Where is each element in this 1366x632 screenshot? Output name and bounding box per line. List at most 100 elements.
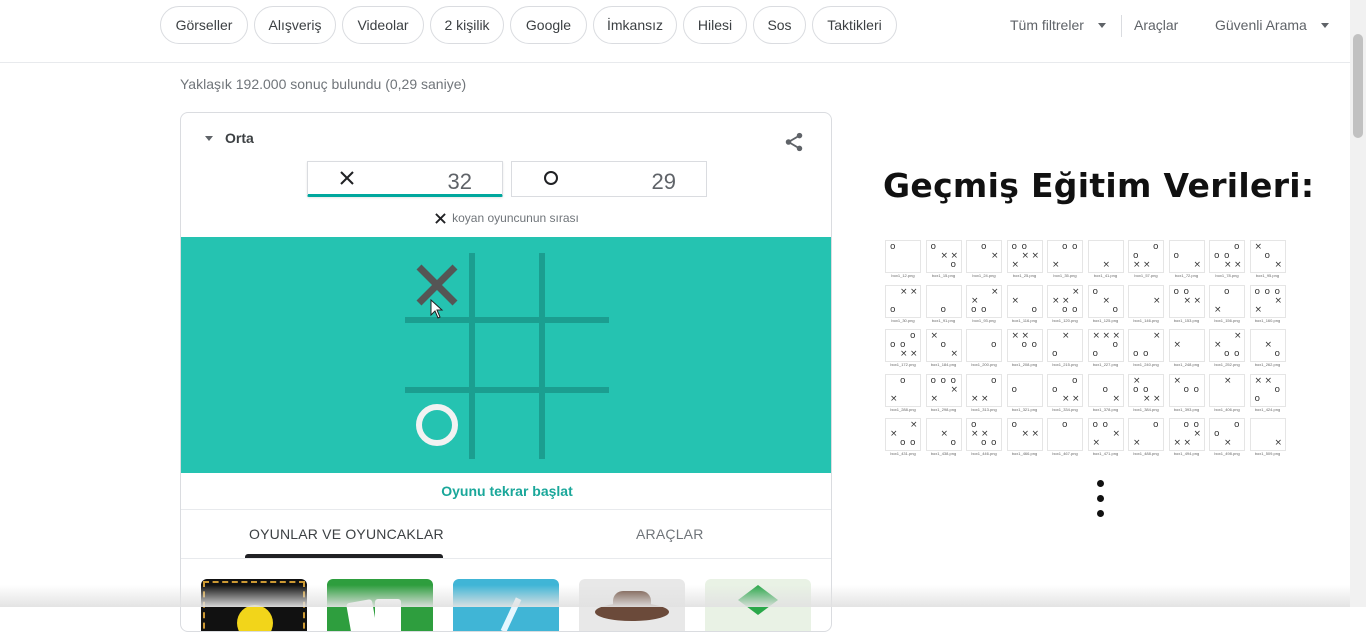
difficulty-dropdown[interactable]: Orta	[205, 130, 254, 146]
training-image-thumb[interactable]: × o × o	[1006, 329, 1043, 362]
image-caption: box1_215.png	[1052, 362, 1078, 367]
chip-cheats[interactable]: Hilesi	[683, 6, 747, 44]
training-image-thumb[interactable]: ×	[1209, 373, 1245, 407]
training-image-thumb[interactable]: o × o	[1047, 240, 1083, 273]
board-mark: o	[1052, 349, 1058, 359]
training-image-thumb[interactable]: o × o ×	[885, 418, 921, 451]
training-image-thumb[interactable]: o ×	[1047, 329, 1083, 362]
chip-impossible[interactable]: İmkansız	[593, 6, 677, 44]
image-caption: box1_509.png	[1254, 451, 1281, 456]
training-image-thumb[interactable]: × o × o ×	[1128, 373, 1164, 407]
page-scrollbar[interactable]	[1350, 0, 1366, 607]
training-image-thumb[interactable]: × o ×	[966, 373, 1002, 407]
training-image-thumb[interactable]: o × o	[1128, 329, 1164, 362]
dot	[1097, 510, 1104, 517]
board-mark: ×	[890, 393, 898, 404]
training-image-thumb[interactable]: × o × o	[966, 284, 1002, 318]
training-image-thumb[interactable]: o × o × o	[885, 329, 921, 362]
training-image-thumb[interactable]: o × o ×	[1249, 373, 1286, 407]
training-image-thumb[interactable]: o	[885, 240, 921, 273]
tools-button[interactable]: Araçlar	[1134, 17, 1178, 33]
board-mark: ×	[950, 384, 959, 395]
board-mark: o	[1031, 340, 1038, 350]
training-image-thumb[interactable]: o	[925, 284, 962, 318]
training-image-thumb[interactable]: × o ×	[1249, 240, 1286, 273]
board-mark: o	[1062, 304, 1068, 315]
chip-shopping[interactable]: Alışveriş	[254, 6, 336, 44]
training-image-thumb[interactable]: × o ×	[1006, 418, 1043, 451]
training-image-thumb[interactable]: × o	[1209, 284, 1245, 318]
image-caption: box1_12.png	[891, 273, 915, 278]
board-mark: ×	[1062, 393, 1070, 404]
training-image-thumb[interactable]: × o × o	[1087, 418, 1124, 451]
training-image-thumb[interactable]: o ×	[1128, 418, 1164, 451]
category-tabs: OYUNLAR VE OYUNCAKLAR ARAÇLAR	[181, 510, 831, 559]
training-image-thumb[interactable]: o × o × o	[966, 418, 1002, 451]
image-caption: box1_288.png	[890, 406, 916, 412]
chip-2-player[interactable]: 2 kişilik	[430, 6, 504, 44]
training-image-thumb[interactable]: o	[1047, 418, 1083, 451]
training-image-thumb[interactable]: × o × o ×	[1047, 284, 1083, 318]
training-image-thumb[interactable]: × o	[885, 373, 921, 407]
image-caption: box1_146.png	[1133, 317, 1159, 323]
training-image-thumb[interactable]: o	[966, 329, 1002, 362]
training-image-thumb[interactable]: ×	[1128, 284, 1164, 318]
image-caption: box1_334.png	[1052, 406, 1078, 412]
training-image-thumb[interactable]: ×	[1087, 240, 1124, 273]
board-mark: ×	[1031, 429, 1040, 439]
training-image-thumb[interactable]: o × o ×	[1209, 329, 1245, 362]
training-image-thumb[interactable]: ×	[1168, 329, 1205, 362]
board-mark: o	[940, 304, 947, 315]
safe-search-dropdown[interactable]: Güvenli Arama	[1215, 17, 1329, 33]
training-image-thumb[interactable]: o × o	[1168, 373, 1205, 407]
training-image-thumb[interactable]: o × o × o	[1249, 284, 1286, 318]
board-mark: ×	[1133, 438, 1141, 448]
all-filters-dropdown[interactable]: Tüm filtreler	[1010, 17, 1106, 33]
cell-6-o-mark[interactable]	[405, 391, 473, 459]
board-mark: ×	[1264, 375, 1273, 386]
board-mark: o	[930, 242, 937, 252]
training-image-thumb[interactable]: o	[1006, 373, 1043, 407]
training-image-thumb[interactable]: × o ×	[925, 329, 962, 362]
game-board[interactable]	[181, 237, 831, 473]
training-image-thumb[interactable]: × o × o ×	[1087, 329, 1124, 362]
restart-game-button[interactable]: Oyunu tekrar başlat	[181, 473, 831, 510]
training-image-thumb[interactable]: × o	[925, 418, 962, 451]
training-image-thumb[interactable]: o ×	[1087, 373, 1124, 407]
mouse-cursor-icon	[430, 299, 444, 319]
training-image-thumb[interactable]: × o × o ×	[1168, 418, 1205, 451]
training-image-thumb[interactable]: o ×	[1006, 284, 1043, 318]
image-caption: box1_156.png	[1214, 317, 1240, 323]
training-image-thumb[interactable]: o × o	[1209, 418, 1245, 451]
training-image-thumb[interactable]: o × o ×	[1128, 240, 1164, 273]
image-caption: box1_378.png	[1092, 406, 1119, 412]
chip-sos[interactable]: Sos	[753, 6, 806, 44]
chip-google[interactable]: Google	[510, 6, 587, 44]
image-caption: box1_125.png	[1092, 317, 1119, 323]
training-image-thumb[interactable]: × o × o ×	[1006, 240, 1043, 273]
board-mark: ×	[971, 393, 979, 404]
scrollbar-thumb[interactable]	[1353, 34, 1363, 138]
training-image-thumb[interactable]: o × o × o	[925, 373, 962, 407]
chip-images[interactable]: Görseller	[160, 6, 248, 44]
image-caption: box1_431.png	[890, 451, 916, 456]
training-image-thumb[interactable]: o × o	[1087, 284, 1124, 318]
training-image-thumb[interactable]: o × o ×	[1168, 284, 1205, 318]
training-image-thumb[interactable]: o ×	[966, 240, 1002, 273]
training-image-thumb[interactable]: × o	[1168, 240, 1205, 273]
share-icon[interactable]	[783, 131, 805, 153]
image-caption: box1_466.png	[1011, 451, 1038, 456]
training-image-thumb[interactable]: × o × o	[925, 240, 962, 273]
chip-videos[interactable]: Videolar	[342, 6, 424, 44]
training-image-thumb[interactable]: o × o × o	[1209, 240, 1245, 273]
training-image-thumb[interactable]: ×	[1249, 418, 1286, 451]
image-caption: box1_24.png	[972, 273, 996, 278]
tab-games-and-toys[interactable]: OYUNLAR VE OYUNCAKLAR	[249, 526, 444, 542]
chip-tactics[interactable]: Taktikleri	[812, 6, 897, 44]
board-mark: o	[1234, 349, 1240, 359]
training-image-thumb[interactable]: × o	[1249, 329, 1286, 362]
tab-tools[interactable]: ARAÇLAR	[636, 526, 704, 542]
training-image-thumb[interactable]: × o ×	[885, 284, 921, 318]
board-mark: ×	[1102, 331, 1111, 341]
training-image-thumb[interactable]: × o × o	[1047, 373, 1083, 407]
